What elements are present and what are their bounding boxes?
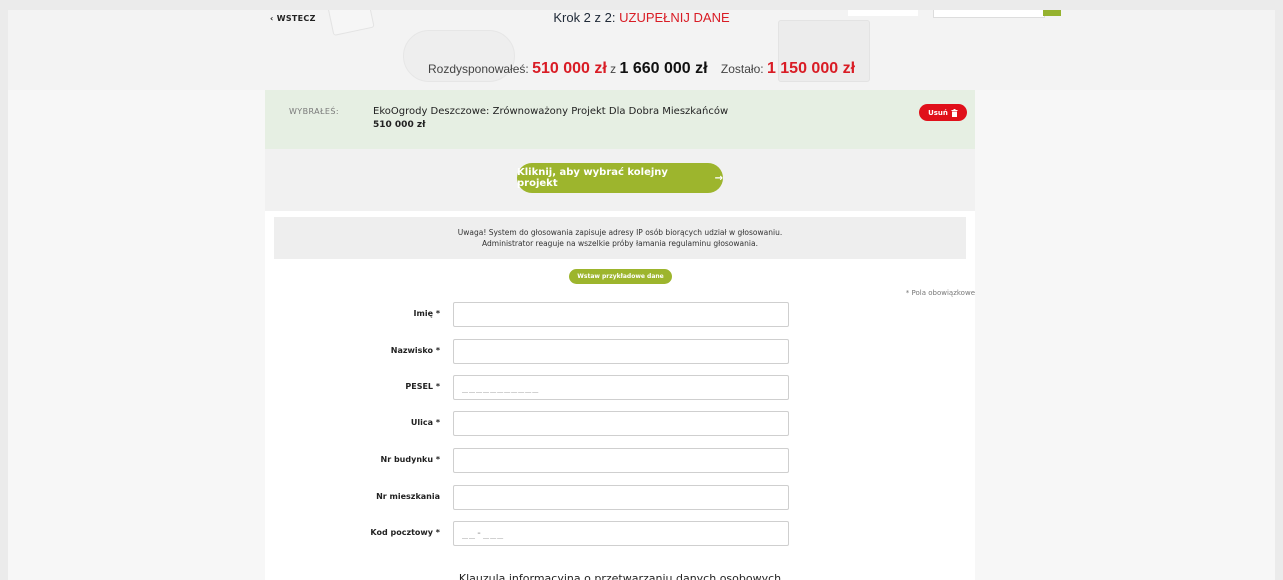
- building-number-field[interactable]: [453, 448, 789, 473]
- remove-label: Usuń: [928, 108, 948, 117]
- trash-icon: [951, 108, 958, 117]
- budget-summary: Rozdysponowałeś: 510 000 zł z 1 660 000 …: [8, 60, 1275, 78]
- ip-warning: Uwaga! System do głosowania zapisuje adr…: [274, 217, 966, 259]
- selected-project: WYBRAŁEŚ: EkoOgrody Deszczowe: Zrównoważ…: [265, 90, 975, 149]
- header: ‹ WSTECZ Krok 2 z 2: UZUPEŁNIJ DANE Rozd…: [8, 10, 1275, 90]
- last-name-label: Nazwisko *: [390, 346, 440, 355]
- pesel-label: PESEL *: [405, 382, 440, 391]
- of-label: z: [610, 62, 617, 76]
- page: ‹ WSTECZ Krok 2 z 2: UZUPEŁNIJ DANE Rozd…: [8, 10, 1275, 580]
- field-row-street: Ulica *: [265, 411, 975, 436]
- remaining-value: 1 150 000 zł: [766, 60, 856, 77]
- first-name-label: Imię *: [413, 309, 440, 318]
- project-title: EkoOgrody Deszczowe: Zrównoważony Projek…: [373, 106, 729, 117]
- step-title: Krok 2 z 2: UZUPEŁNIJ DANE: [8, 10, 1275, 25]
- field-row-building-number: Nr budynku *: [265, 448, 975, 473]
- building-number-label: Nr budynku *: [380, 455, 440, 464]
- next-button-label: Kliknij, aby wybrać kolejny projekt: [517, 167, 668, 189]
- field-row-postal-code: Kod pocztowy *: [265, 521, 975, 546]
- choose-next-project-button[interactable]: Kliknij, aby wybrać kolejny projekt →: [517, 163, 723, 193]
- insert-sample-data-button[interactable]: Wstaw przykładowe dane: [569, 269, 672, 284]
- step-prefix: Krok 2 z 2:: [553, 10, 616, 25]
- pesel-field[interactable]: [453, 375, 789, 400]
- field-row-apartment-number: Nr mieszkania: [265, 485, 975, 510]
- required-fields-note: * Pola obowiązkowe: [905, 289, 975, 297]
- apartment-number-label: Nr mieszkania: [376, 492, 440, 501]
- allocated-label: Rozdysponowałeś:: [427, 62, 529, 76]
- street-field[interactable]: [453, 411, 789, 436]
- first-name-field[interactable]: [453, 302, 789, 327]
- last-name-field[interactable]: [453, 339, 789, 364]
- postal-code-field[interactable]: [453, 521, 789, 546]
- field-row-last-name: Nazwisko *: [265, 339, 975, 364]
- postal-code-label: Kod pocztowy *: [370, 528, 440, 537]
- street-label: Ulica *: [410, 418, 440, 427]
- step-name: UZUPEŁNIJ DANE: [619, 10, 730, 25]
- arrow-right-icon: →: [714, 172, 723, 184]
- next-project-area: Kliknij, aby wybrać kolejny projekt →: [265, 149, 975, 211]
- apartment-number-field[interactable]: [453, 485, 789, 510]
- remove-button[interactable]: Usuń: [919, 104, 967, 121]
- total-value: 1 660 000 zł: [619, 60, 708, 77]
- allocated-value: 510 000 zł: [532, 60, 607, 77]
- voter-form: Uwaga! System do głosowania zapisuje adr…: [265, 211, 975, 580]
- remaining-label: Zostało:: [720, 62, 764, 76]
- selected-label: WYBRAŁEŚ:: [289, 107, 339, 116]
- field-row-pesel: PESEL *: [265, 375, 975, 400]
- warning-line-2: Administrator reaguje na wszelkie próby …: [482, 239, 758, 248]
- field-row-first-name: Imię *: [265, 302, 975, 327]
- warning-line-1: Uwaga! System do głosowania zapisuje adr…: [457, 228, 783, 237]
- privacy-clause-title: Klauzula informacyjna o przetwarzaniu da…: [458, 572, 782, 580]
- project-price: 510 000 zł: [373, 120, 426, 130]
